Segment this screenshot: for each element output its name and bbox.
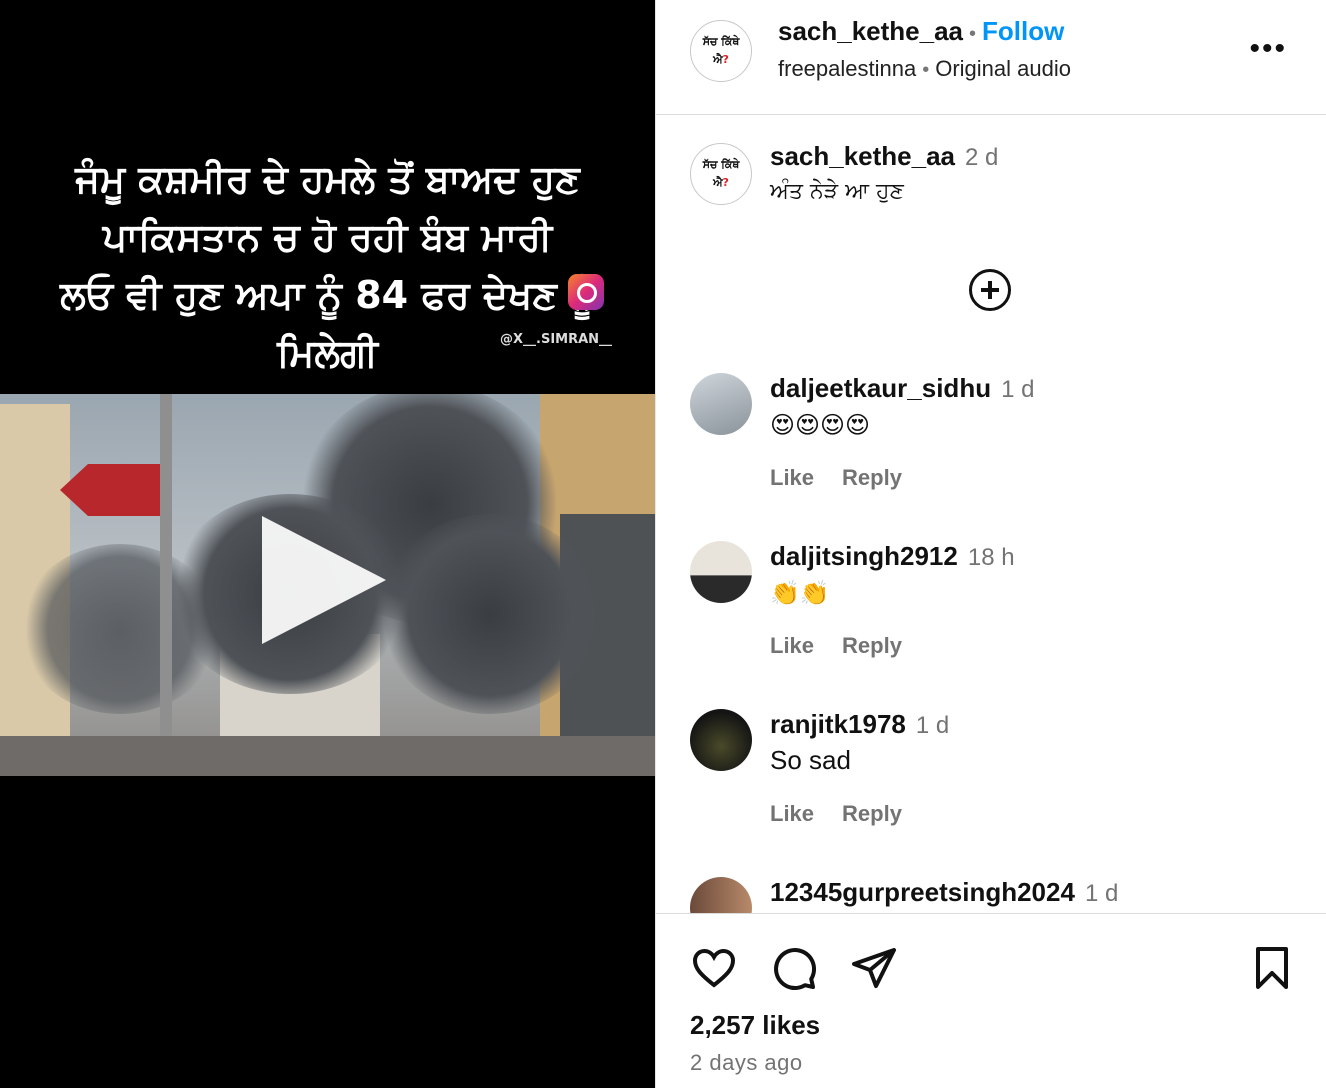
more-options-icon[interactable]: ••• bbox=[1249, 34, 1287, 64]
commenter-avatar[interactable] bbox=[690, 877, 752, 913]
likes-count[interactable]: 2,257 likes bbox=[690, 1010, 820, 1041]
video-caption-overlay: ਜੰਮੂ ਕਸ਼ਮੀਰ ਦੇ ਹਮਲੇ ਤੋਂ ਬਾਅਦ ਹੁਣ ਪਾਕਿਸਤਾ… bbox=[0, 150, 655, 382]
caption-text: ਅੰਤ ਨੇੜੇ ਆ ਹੁਣ bbox=[770, 179, 904, 204]
comments-list[interactable]: ਸੱਚ ਕਿੱਥੇ ਐ? sach_kethe_aa 2 d ਅੰਤ ਨੇੜੇ ਆ… bbox=[656, 115, 1326, 913]
avatar-question-mark: ? bbox=[722, 53, 729, 66]
comment-reply-button[interactable]: Reply bbox=[842, 633, 902, 658]
author-avatar[interactable]: ਸੱਚ ਕਿੱਥੇ ਐ? bbox=[690, 20, 752, 82]
comment-reply-button[interactable]: Reply bbox=[842, 465, 902, 490]
comment-like-button[interactable]: Like bbox=[770, 801, 814, 826]
smoke-cloud bbox=[380, 514, 600, 714]
heart-icon[interactable] bbox=[690, 944, 738, 992]
comment-like-button[interactable]: Like bbox=[770, 465, 814, 490]
instagram-watermark-icon bbox=[568, 274, 604, 310]
bookmark-icon[interactable] bbox=[1248, 944, 1296, 992]
comment-time[interactable]: 1 d bbox=[916, 712, 949, 739]
commenter-username[interactable]: daljitsingh2912 bbox=[770, 541, 958, 571]
share-icon[interactable] bbox=[850, 944, 898, 992]
comment-time[interactable]: 1 d bbox=[1001, 376, 1034, 403]
comment-like-button[interactable]: Like bbox=[770, 633, 814, 658]
caption-time[interactable]: 2 d bbox=[965, 144, 998, 171]
author-username[interactable]: sach_kethe_aa bbox=[778, 16, 963, 46]
smoke-cloud bbox=[20, 544, 220, 714]
caption-author-avatar[interactable]: ਸੱਚ ਕਿੱਥੇ ਐ? bbox=[690, 143, 752, 205]
video-watermark: @X__.SIMRAN__ bbox=[500, 332, 613, 347]
post-footer: 2,257 likes 2 days ago bbox=[656, 913, 1326, 1089]
caption-line: ਲਓ ਵੀ ਹੁਣ ਅਪਾ ਨੂੰ 84 ਫਰ ਦੇਖਣ ਨੂੰ bbox=[60, 273, 595, 317]
commenter-avatar[interactable] bbox=[690, 541, 752, 603]
commenter-username[interactable]: daljeetkaur_sidhu bbox=[770, 373, 991, 403]
street-sign bbox=[60, 464, 160, 516]
avatar-text: ਸੱਚ ਕਿੱਥੇ bbox=[702, 158, 740, 171]
follow-button[interactable]: Follow bbox=[982, 16, 1064, 46]
play-icon[interactable] bbox=[262, 516, 386, 644]
audio-link[interactable]: Original audio bbox=[935, 56, 1071, 81]
comment-text: 😍😍😍😍 bbox=[770, 411, 871, 439]
commenter-avatar[interactable] bbox=[690, 709, 752, 771]
commenter-username[interactable]: 12345gurpreetsingh2024 bbox=[770, 877, 1075, 907]
caption-username[interactable]: sach_kethe_aa bbox=[770, 141, 955, 171]
comment-time[interactable]: 1 d bbox=[1085, 880, 1118, 907]
comment-time[interactable]: 18 h bbox=[968, 544, 1015, 571]
street-pole bbox=[160, 394, 172, 776]
avatar-question-mark: ? bbox=[722, 176, 729, 189]
post-tag-link[interactable]: freepalestinna bbox=[778, 56, 916, 81]
commenter-username[interactable]: ranjitk1978 bbox=[770, 709, 906, 739]
avatar-text: ਸੱਚ ਕਿੱਥੇ bbox=[702, 35, 740, 48]
avatar-text: ਐ bbox=[713, 53, 723, 66]
comment-text: 👏👏 bbox=[770, 579, 830, 607]
post-side-panel: ਸੱਚ ਕਿੱਥੇ ਐ? sach_kethe_aa • Follow freepa… bbox=[655, 0, 1326, 1088]
caption-line: ਪਾਕਿਸਤਾਨ ਚ ਹੋ ਰਹੀ ਬੰਬ ਮਾਰੀ bbox=[102, 215, 553, 259]
comment-reply-button[interactable]: Reply bbox=[842, 801, 902, 826]
caption-line: ਜੰਮੂ ਕਸ਼ਮੀਰ ਦੇ ਹਮਲੇ ਤੋਂ ਬਾਅਦ ਹੁਣ bbox=[75, 157, 580, 201]
comment-text: So sad bbox=[770, 745, 851, 775]
load-more-comments-icon[interactable] bbox=[969, 269, 1011, 311]
separator-dot: • bbox=[969, 23, 977, 45]
post-header: ਸੱਚ ਕਿੱਥੇ ਐ? sach_kethe_aa • Follow freepa… bbox=[656, 0, 1326, 115]
separator-dot: • bbox=[922, 59, 930, 81]
comment-icon[interactable] bbox=[770, 944, 818, 992]
avatar-text: ਐ bbox=[713, 176, 723, 189]
street bbox=[0, 736, 655, 776]
commenter-avatar[interactable] bbox=[690, 373, 752, 435]
post-media[interactable]: ਜੰਮੂ ਕਸ਼ਮੀਰ ਦੇ ਹਮਲੇ ਤੋਂ ਬਾਅਦ ਹੁਣ ਪਾਕਿਸਤਾ… bbox=[0, 0, 655, 1088]
post-date[interactable]: 2 days ago bbox=[690, 1050, 803, 1076]
